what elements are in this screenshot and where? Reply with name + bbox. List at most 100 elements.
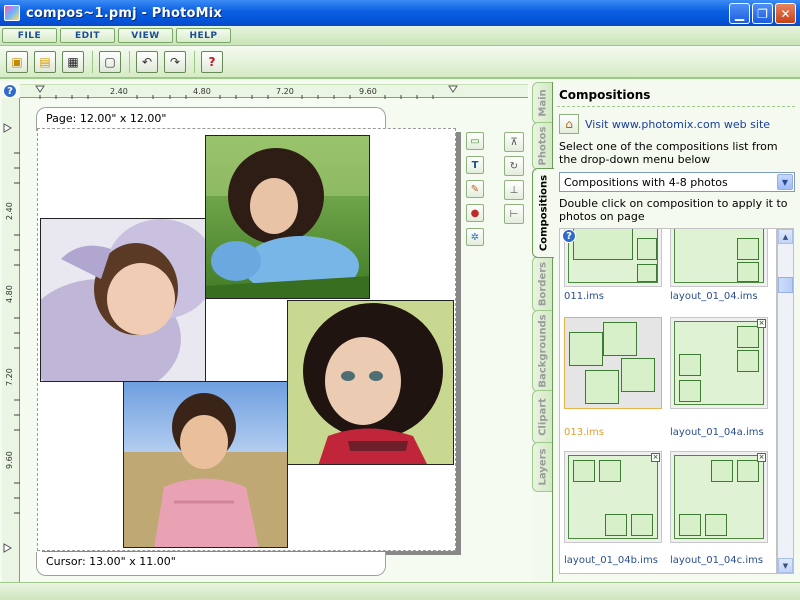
panel-title: Compositions bbox=[559, 88, 651, 102]
gallery-scrollbar[interactable]: ▲ ▼ bbox=[777, 228, 794, 574]
home-button[interactable]: ⌂ bbox=[559, 114, 579, 134]
composition-preview bbox=[674, 229, 764, 283]
object-tools: ▭ T ✎ ● ✲ bbox=[466, 132, 486, 252]
tab-label: Clipart bbox=[537, 398, 548, 436]
composition-thumbnail[interactable] bbox=[670, 229, 768, 287]
home-icon: ⌂ bbox=[565, 117, 573, 131]
instruction-text: Select one of the compositions list from… bbox=[559, 140, 778, 166]
remove-composition-icon[interactable]: × bbox=[651, 453, 660, 462]
tab-clipart[interactable]: Clipart bbox=[532, 390, 552, 444]
restore-button[interactable]: ❐ bbox=[752, 3, 773, 24]
scroll-down-button[interactable]: ▼ bbox=[778, 558, 793, 573]
add-text-tool[interactable]: T bbox=[466, 156, 484, 174]
page-canvas[interactable] bbox=[37, 128, 456, 551]
cursor-position-label: Cursor: 13.00" x 11.00" bbox=[36, 552, 386, 576]
tab-label: Compositions bbox=[538, 174, 549, 252]
photo-slot bbox=[737, 460, 759, 482]
chevron-down-icon[interactable]: ▼ bbox=[777, 174, 793, 190]
toolbar-separator bbox=[129, 51, 130, 73]
tab-layers[interactable]: Layers bbox=[532, 442, 552, 492]
toolbar-separator bbox=[92, 51, 93, 73]
status-bar bbox=[0, 582, 800, 600]
rotate-tool[interactable]: ↻ bbox=[504, 156, 524, 176]
photo-child-lavender-sweater[interactable] bbox=[40, 218, 206, 382]
menu-file[interactable]: FILE bbox=[2, 28, 57, 43]
menu-help[interactable]: HELP bbox=[176, 28, 231, 43]
composition-category-select[interactable]: Compositions with 4-8 photos ▼ bbox=[559, 172, 795, 192]
instruction-text: Double click on composition to apply it … bbox=[559, 197, 788, 223]
page-setup-button[interactable]: ▢ bbox=[99, 51, 121, 73]
menu-edit[interactable]: EDIT bbox=[60, 28, 115, 43]
composition-label: 011.ims bbox=[564, 291, 604, 302]
save-project-button[interactable]: ▦ bbox=[62, 51, 84, 73]
remove-composition-icon[interactable]: × bbox=[757, 319, 766, 328]
help-button[interactable]: ? bbox=[201, 51, 223, 73]
redo-button[interactable]: ↷ bbox=[164, 51, 186, 73]
composition-label: layout_01_04c.ims bbox=[670, 555, 764, 566]
photomix-web-link[interactable]: Visit www.photomix.com web site bbox=[585, 118, 770, 131]
edit-photo-tool[interactable]: ✎ bbox=[466, 180, 484, 198]
photo-slot bbox=[603, 322, 637, 356]
photo-girl-on-grass[interactable] bbox=[205, 135, 370, 299]
menu-view[interactable]: VIEW bbox=[118, 28, 173, 43]
photo-slot bbox=[599, 460, 621, 482]
color-dots-icon: ● bbox=[470, 207, 480, 219]
undo-icon: ↶ bbox=[141, 55, 153, 69]
panel-divider bbox=[557, 106, 795, 107]
photo-slot bbox=[637, 238, 657, 260]
photo-slot bbox=[737, 350, 759, 372]
tab-backgrounds[interactable]: Backgrounds bbox=[532, 310, 552, 392]
photo-slot bbox=[569, 332, 603, 366]
scroll-thumb[interactable] bbox=[778, 277, 793, 293]
photo-slot bbox=[573, 229, 633, 260]
tab-photos[interactable]: Photos bbox=[532, 122, 552, 170]
composition-thumbnail-selected[interactable] bbox=[564, 317, 662, 409]
window-title: compos~1.pmj - PhotoMix bbox=[26, 5, 223, 21]
ruler-label: 4.80 bbox=[5, 285, 14, 303]
composition-thumbnail[interactable]: × bbox=[564, 451, 662, 543]
ruler-ticks bbox=[35, 85, 458, 99]
scroll-up-button[interactable]: ▲ bbox=[778, 229, 793, 244]
color-effects-tool[interactable]: ● bbox=[466, 204, 484, 222]
composition-label: layout_01_04b.ims bbox=[564, 555, 658, 566]
tab-compositions[interactable]: Compositions bbox=[532, 168, 554, 258]
help-circle-icon[interactable]: ? bbox=[3, 84, 17, 98]
remove-composition-icon[interactable]: × bbox=[757, 453, 766, 462]
align-left-tool[interactable]: ⊢ bbox=[504, 204, 524, 224]
composition-preview bbox=[674, 321, 764, 405]
help-circle-icon[interactable]: ? bbox=[562, 229, 576, 243]
ruler-label: 9.60 bbox=[359, 87, 377, 96]
tab-borders[interactable]: Borders bbox=[532, 256, 552, 312]
horizontal-ruler: 2.40 4.80 7.20 9.60 bbox=[20, 84, 528, 99]
align-top-tool[interactable]: ⊼ bbox=[504, 132, 524, 152]
undo-button[interactable]: ↶ bbox=[136, 51, 158, 73]
photo-image bbox=[288, 301, 453, 464]
open-folder-icon: ▤ bbox=[39, 55, 51, 69]
compositions-gallery[interactable]: ? 011.ims layout_01_04.ims 013.ims × lay… bbox=[559, 228, 777, 574]
composition-thumbnail[interactable]: × bbox=[670, 317, 768, 409]
photo-girl-pink-outfit[interactable] bbox=[123, 381, 288, 548]
composition-thumbnail[interactable] bbox=[564, 229, 662, 287]
photo-girl-curly-hair[interactable] bbox=[287, 300, 454, 465]
new-project-button[interactable]: ▣ bbox=[6, 51, 28, 73]
photo-image bbox=[206, 136, 369, 298]
align-center-tool[interactable]: ⊥ bbox=[504, 180, 524, 200]
redo-icon: ↷ bbox=[169, 55, 181, 69]
toolbar-separator bbox=[194, 51, 195, 73]
minimize-button[interactable]: ▁ bbox=[729, 3, 750, 24]
tab-label: Layers bbox=[537, 448, 548, 486]
ruler-label: 2.40 bbox=[110, 87, 128, 96]
open-project-button[interactable]: ▤ bbox=[34, 51, 56, 73]
align-top-icon: ⊼ bbox=[510, 136, 518, 148]
ruler-ticks bbox=[3, 123, 20, 553]
tab-label: Main bbox=[537, 89, 548, 117]
rotate-effects-tool[interactable]: ✲ bbox=[466, 228, 484, 246]
tab-main[interactable]: Main bbox=[532, 82, 552, 124]
photo-slot bbox=[737, 326, 759, 348]
photo-image bbox=[41, 219, 205, 381]
photo-slot bbox=[679, 380, 701, 402]
tab-label: Borders bbox=[537, 261, 548, 307]
close-button[interactable]: ✕ bbox=[775, 3, 796, 24]
composition-thumbnail[interactable]: × bbox=[670, 451, 768, 543]
add-photo-tool[interactable]: ▭ bbox=[466, 132, 484, 150]
